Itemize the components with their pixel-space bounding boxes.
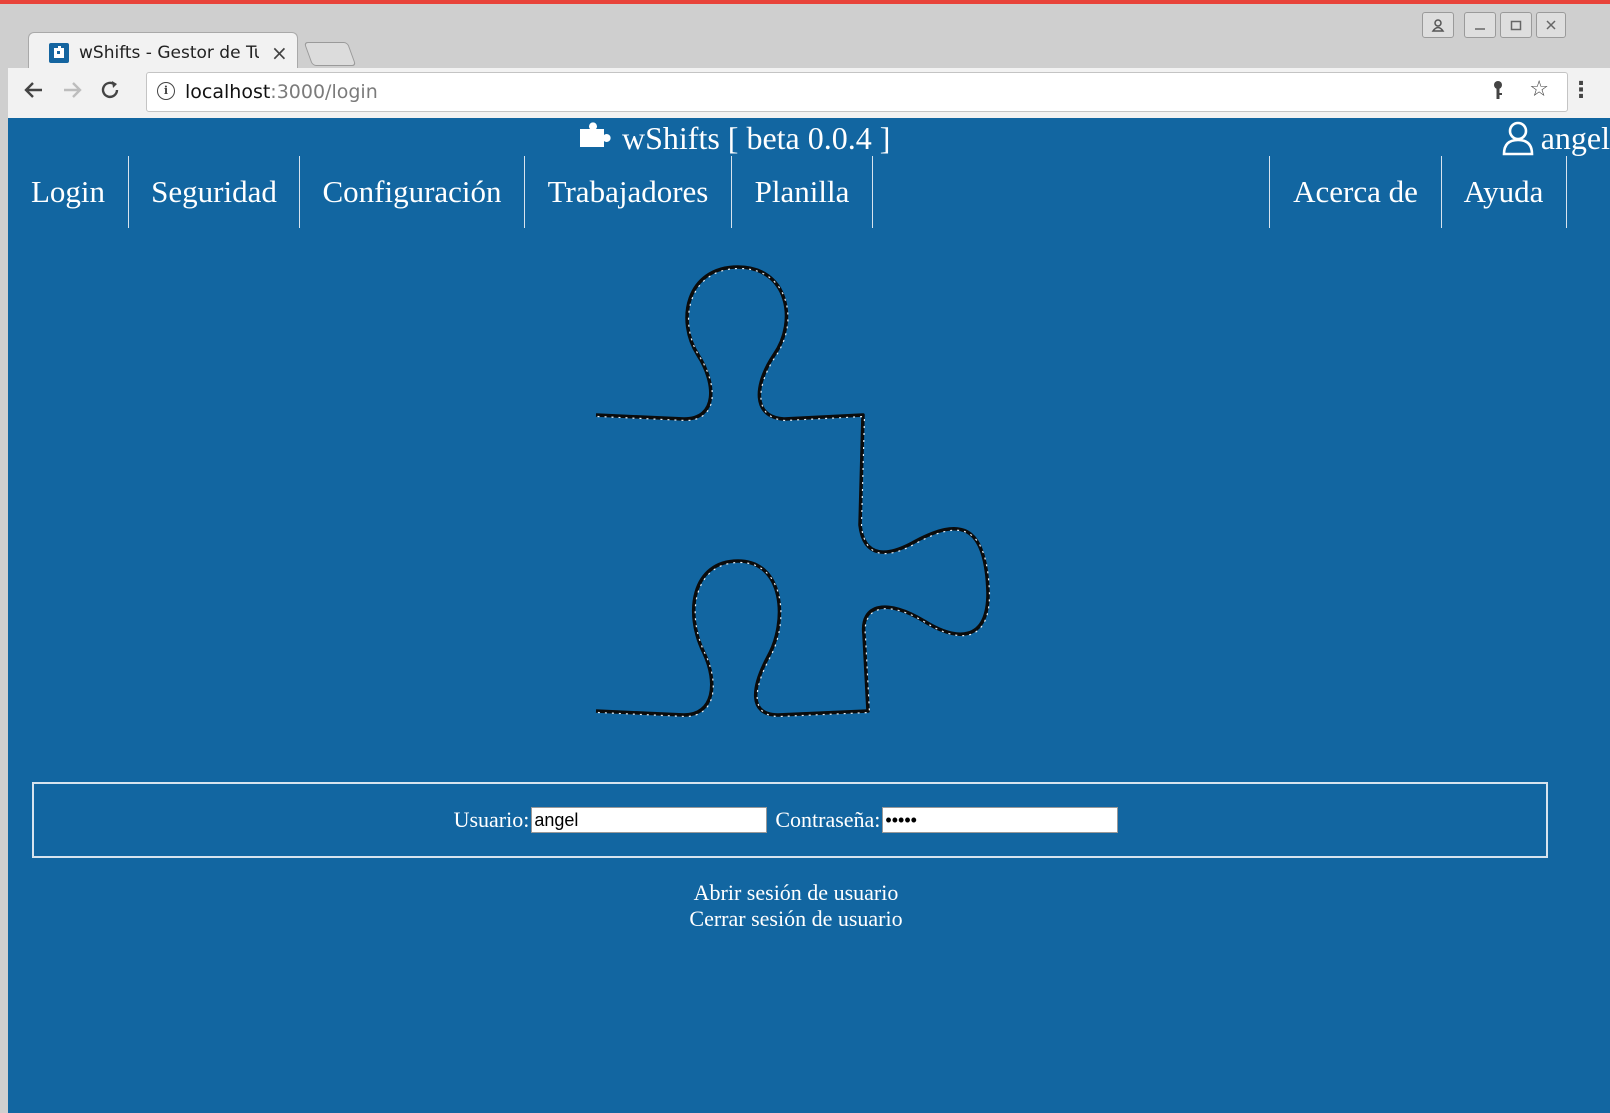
user-indicator[interactable]: angel (1501, 118, 1610, 158)
app-title-text: wShifts [ beta 0.0.4 ] (622, 119, 891, 156)
puzzle-favicon-icon (49, 43, 69, 63)
puzzle-icon (578, 119, 612, 157)
nav-configuracion[interactable]: Configuración (300, 156, 525, 228)
info-icon[interactable]: i (157, 82, 175, 100)
nav-ayuda[interactable]: Ayuda (1441, 156, 1567, 228)
address-bar[interactable]: i localhost:3000/login ☆ (146, 72, 1568, 112)
profile-icon[interactable] (1422, 12, 1454, 38)
close-window-icon[interactable] (1536, 12, 1566, 38)
tab-title: wShifts - Gestor de Tu (79, 43, 259, 63)
key-icon[interactable] (1489, 79, 1507, 106)
minimize-icon[interactable] (1464, 12, 1496, 38)
open-session-link[interactable]: Abrir sesión de usuario (8, 880, 1584, 906)
nav-acerca-de[interactable]: Acerca de (1269, 156, 1442, 228)
close-session-link[interactable]: Cerrar sesión de usuario (8, 906, 1584, 932)
puzzle-logo (588, 263, 1018, 733)
forward-arrow-icon[interactable] (60, 78, 84, 108)
app-title: wShifts [ beta 0.0.4 ] (578, 118, 890, 158)
password-label: Contraseña: (775, 807, 881, 832)
nav-seguridad[interactable]: Seguridad (129, 156, 300, 228)
new-tab-button[interactable] (303, 42, 357, 66)
main-navbar: Login Seguridad Configuración Trabajador… (8, 156, 1610, 228)
back-arrow-icon[interactable] (22, 78, 46, 108)
url-text[interactable]: localhost:3000/login (185, 81, 378, 103)
browser-tab[interactable]: wShifts - Gestor de Tu × (28, 32, 298, 73)
nav-trabajadores[interactable]: Trabajadores (525, 156, 732, 228)
user-label: Usuario: (453, 807, 530, 832)
bookmark-star-icon[interactable]: ☆ (1529, 77, 1549, 102)
username-input[interactable] (531, 807, 768, 833)
tab-strip: wShifts - Gestor de Tu × (8, 4, 1610, 73)
user-name: angel (1540, 119, 1610, 156)
browser-toolbar: i localhost:3000/login ☆ ⋮ (8, 68, 1610, 119)
login-form: Usuario: Contraseña: (32, 782, 1548, 858)
session-links: Abrir sesión de usuario Cerrar sesión de… (8, 880, 1584, 932)
nav-planilla[interactable]: Planilla (732, 156, 873, 228)
password-input[interactable] (882, 807, 1119, 833)
page-content: wShifts [ beta 0.0.4 ] angel Login Segur… (8, 118, 1610, 1113)
user-icon (1502, 121, 1534, 156)
tab-close-icon[interactable]: × (271, 41, 288, 65)
reload-icon[interactable] (98, 78, 122, 108)
maximize-icon[interactable] (1500, 12, 1532, 38)
browser-menu-icon[interactable]: ⋮ (1570, 78, 1592, 103)
nav-login[interactable]: Login (8, 156, 129, 228)
